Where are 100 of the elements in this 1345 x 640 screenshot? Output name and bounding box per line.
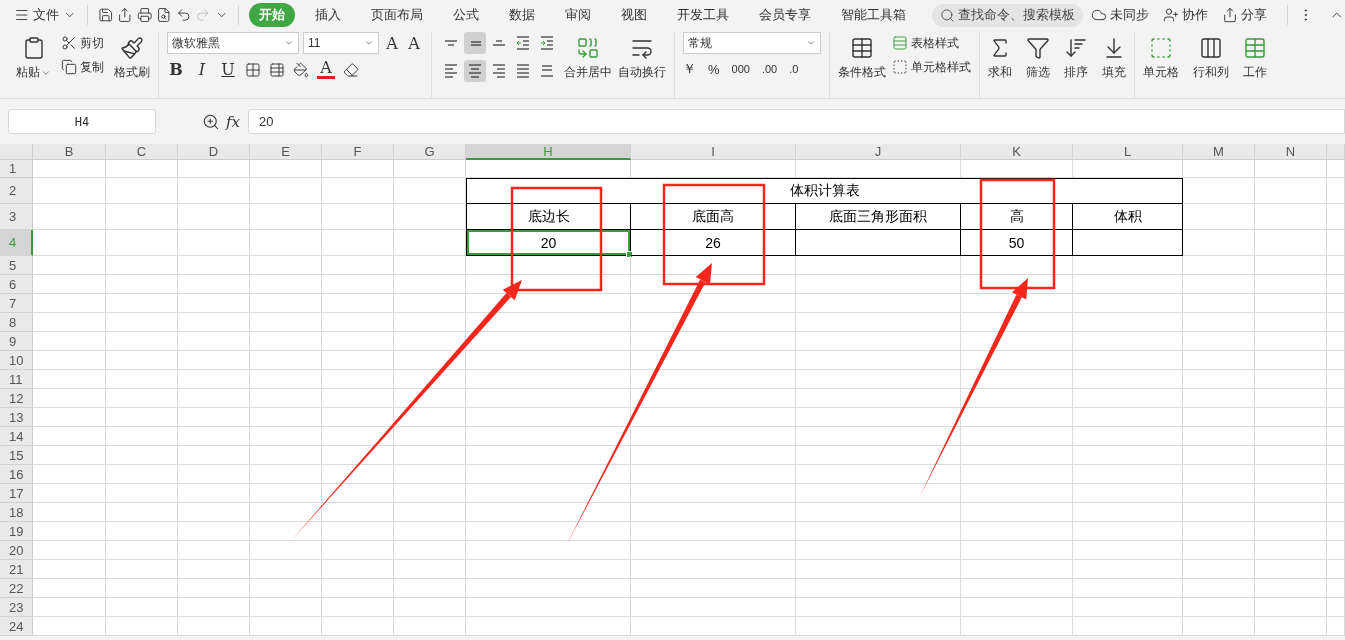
merge-cells-icon[interactable]	[576, 36, 600, 60]
conditional-format-button[interactable]: 条件格式	[838, 64, 886, 81]
sort-icon[interactable]	[1064, 36, 1088, 60]
align-button[interactable]	[464, 60, 486, 82]
print-preview-icon[interactable]	[156, 7, 172, 23]
row-header[interactable]: 10	[0, 351, 33, 370]
row-header[interactable]: 3	[0, 204, 33, 230]
ribbon-tab[interactable]: 数据	[499, 3, 546, 27]
column-header[interactable]: M	[1183, 144, 1255, 160]
ribbon-tab[interactable]: 页面布局	[361, 3, 434, 27]
cell-style-button[interactable]: 单元格样式	[911, 58, 971, 76]
paste-button[interactable]: 粘贴	[16, 64, 40, 81]
cloud-icon[interactable]	[1091, 7, 1108, 23]
user-plus-icon[interactable]	[1163, 7, 1180, 23]
grow-font-button[interactable]: A	[383, 33, 401, 53]
name-box[interactable]: H4	[8, 109, 156, 134]
paintbrush-icon[interactable]	[120, 36, 144, 60]
number-format-select[interactable]: 常规	[683, 32, 821, 54]
ribbon-tab[interactable]: 公式	[443, 3, 490, 27]
filter-button[interactable]: 筛选	[1026, 64, 1050, 81]
cell-style-icon[interactable]	[892, 59, 908, 75]
row-header[interactable]: 16	[0, 465, 33, 484]
fx-label[interactable]: fx	[226, 112, 240, 131]
share-icon[interactable]	[1222, 7, 1239, 23]
filter-icon[interactable]	[1026, 36, 1050, 60]
print-icon[interactable]	[136, 7, 153, 23]
copy-button[interactable]: 复制	[80, 58, 104, 76]
ribbon-tab[interactable]: 会员专享	[749, 3, 822, 27]
save-icon[interactable]	[98, 7, 114, 23]
borders-icon[interactable]	[245, 61, 261, 78]
table-style-button[interactable]: 表格样式	[911, 34, 959, 52]
increase-decimal-button[interactable]: .00	[761, 64, 778, 74]
column-header[interactable]: L	[1073, 144, 1183, 160]
merge-center-button[interactable]: 合并居中	[564, 64, 612, 81]
row-header[interactable]: 17	[0, 484, 33, 503]
caret-icon[interactable]	[364, 38, 374, 48]
currency-button[interactable]: ￥	[683, 60, 696, 78]
rows-columns-icon[interactable]	[1199, 36, 1223, 60]
column-header[interactable]: D	[178, 144, 250, 160]
fill-color-icon[interactable]	[293, 61, 309, 78]
row-header[interactable]: 5	[0, 256, 33, 275]
row-header[interactable]: 1	[0, 160, 33, 178]
shrink-font-button[interactable]: A	[405, 33, 423, 53]
row-header[interactable]: 18	[0, 503, 33, 522]
ribbon-tab[interactable]: 开发工具	[667, 3, 740, 27]
toolbar-action[interactable]: 协作	[1182, 6, 1209, 24]
bold-button[interactable]: B	[167, 60, 185, 79]
column-header[interactable]: G	[394, 144, 466, 160]
row-header[interactable]: 9	[0, 332, 33, 351]
ribbon-tab[interactable]: 审阅	[555, 3, 602, 27]
column-header[interactable]: J	[796, 144, 961, 160]
sort-button[interactable]: 排序	[1064, 64, 1088, 81]
fill-button[interactable]: 填充	[1102, 64, 1126, 81]
row-header[interactable]: 12	[0, 389, 33, 408]
decrease-decimal-button[interactable]: .0	[789, 64, 799, 74]
row-header[interactable]: 21	[0, 560, 33, 579]
row-header[interactable]: 14	[0, 427, 33, 446]
menu-icon[interactable]	[14, 7, 30, 23]
cells-button[interactable]: 单元格	[1143, 64, 1179, 81]
search-icon[interactable]	[940, 7, 956, 23]
row-header[interactable]: 24	[0, 617, 33, 636]
zoom-icon[interactable]	[202, 112, 220, 131]
column-header[interactable]: K	[961, 144, 1073, 160]
copy-icon[interactable]	[61, 59, 77, 75]
font-size-select[interactable]: 11	[303, 32, 379, 54]
row-header[interactable]: 20	[0, 541, 33, 560]
eraser-icon[interactable]	[343, 61, 359, 78]
row-header[interactable]: 19	[0, 522, 33, 541]
thousands-button[interactable]: 000	[731, 64, 750, 74]
fill-handle[interactable]	[626, 251, 633, 258]
column-header[interactable]: N	[1255, 144, 1327, 160]
row-header[interactable]: 2	[0, 178, 33, 204]
toolbar-action[interactable]: 未同步	[1110, 6, 1150, 24]
caret-icon[interactable]	[806, 38, 816, 48]
row-header[interactable]: 22	[0, 579, 33, 598]
row-header[interactable]: 7	[0, 294, 33, 313]
column-header[interactable]: E	[250, 144, 322, 160]
ribbon-tab[interactable]: 智能工具箱	[831, 3, 917, 27]
cells-icon[interactable]	[1149, 36, 1173, 60]
column-header[interactable]: I	[631, 144, 796, 160]
row-header[interactable]: 13	[0, 408, 33, 427]
align-button[interactable]	[464, 32, 486, 54]
file-menu[interactable]: 文件	[33, 6, 60, 24]
worksheet-button[interactable]: 工作	[1243, 64, 1267, 81]
ribbon-tab[interactable]: 视图	[611, 3, 658, 27]
row-header[interactable]: 11	[0, 370, 33, 389]
scissors-icon[interactable]	[61, 35, 77, 51]
toolbar-action[interactable]: 分享	[1241, 6, 1268, 24]
row-header[interactable]: 8	[0, 313, 33, 332]
worksheet-icon[interactable]	[1243, 36, 1267, 60]
format-painter-button[interactable]: 格式刷	[114, 64, 150, 81]
column-header[interactable]: B	[33, 144, 106, 160]
underline-button[interactable]: U	[219, 60, 237, 79]
undo-icon[interactable]	[175, 7, 192, 23]
table-icon[interactable]	[850, 36, 874, 60]
font-name-select[interactable]: 微软雅黑	[167, 32, 299, 54]
percent-button[interactable]: %	[708, 61, 720, 77]
column-header[interactable]: F	[322, 144, 394, 160]
share-icon[interactable]	[117, 7, 133, 23]
search-field[interactable]: 查找命令、搜索模板	[932, 3, 1084, 27]
